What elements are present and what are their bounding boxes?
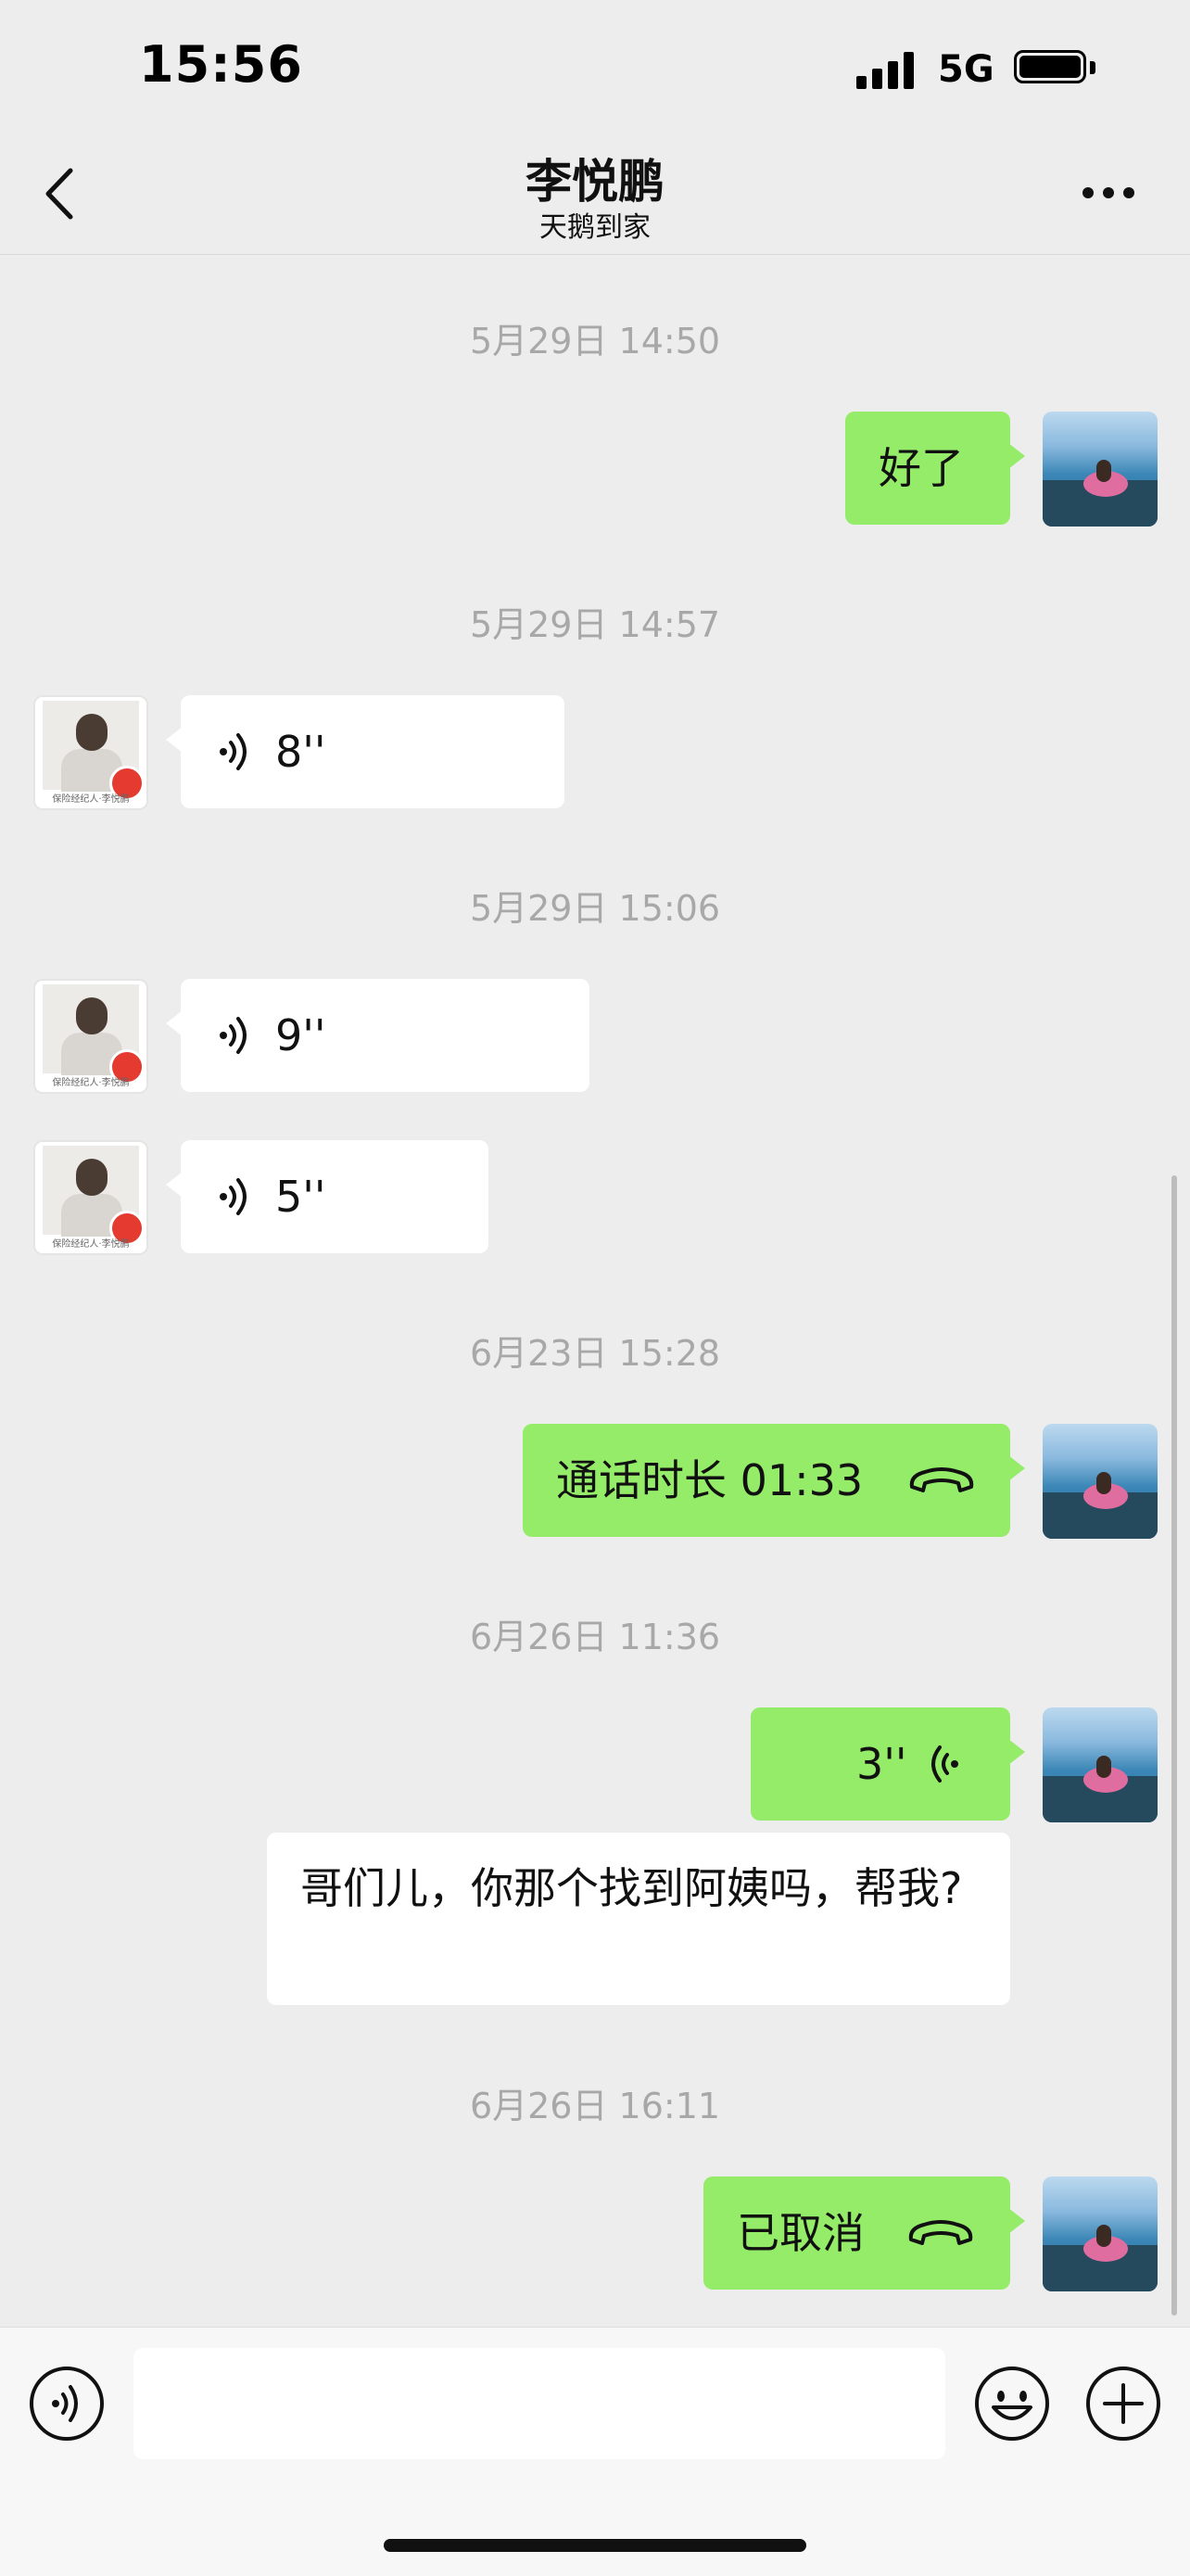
my-voice-message[interactable]: 3'' [751, 1707, 1025, 1821]
my-text-message[interactable]: 好了 [845, 412, 1025, 525]
voice-duration: 8'' [275, 727, 326, 777]
timestamp: 5月29日 14:50 [469, 321, 721, 362]
emoji-icon[interactable] [973, 2365, 1051, 2443]
chat-title: 李悦鹏 [525, 155, 665, 209]
avatar-caption: 保险经纪人·李悦鹏 [52, 1078, 130, 1088]
message-list[interactable]: 5月29日 14:50 好了 5月29日 14:57 保险经纪人·李悦鹏 8''… [0, 255, 1190, 2322]
message-text: 好了 [879, 443, 964, 493]
status-bar: 15:56 5G [0, 0, 1190, 139]
timestamp: 6月26日 11:36 [469, 1617, 721, 1657]
voice-duration: 5'' [275, 1172, 326, 1222]
avatar-caption: 保险经纪人·李悦鹏 [52, 794, 130, 805]
scrollbar[interactable] [1171, 1175, 1177, 2316]
voice-message[interactable]: 9'' [166, 979, 589, 1092]
voice-duration: 9'' [275, 1010, 326, 1060]
voice-message[interactable]: 8'' [166, 695, 564, 808]
network-label: 5G [938, 48, 994, 91]
contact-avatar[interactable]: 保险经纪人·李悦鹏 [33, 1140, 148, 1255]
voice-duration: 3'' [856, 1739, 907, 1789]
my-call-message[interactable]: 已取消 [703, 2176, 1025, 2290]
contact-avatar[interactable]: 保险经纪人·李悦鹏 [33, 695, 148, 810]
my-call-message[interactable]: 通话时长 01:33 [523, 1424, 1025, 1537]
signal-icon [856, 52, 916, 89]
my-avatar[interactable] [1043, 1707, 1158, 1822]
phone-icon [909, 1467, 974, 1492]
voice-icon [220, 1017, 247, 1054]
home-indicator[interactable] [384, 2539, 806, 2552]
my-avatar[interactable] [1043, 1424, 1158, 1539]
my-avatar[interactable] [1043, 2176, 1158, 2291]
text-message[interactable]: 哥们儿，你那个找到阿姨吗，帮我? [267, 1833, 1010, 2005]
timestamp: 5月29日 14:57 [469, 604, 721, 645]
phone-icon [908, 2220, 973, 2245]
more-icon[interactable] [1082, 187, 1138, 202]
call-text: 通话时长 01:33 [556, 1455, 864, 1505]
voice-icon [220, 1178, 247, 1215]
status-time: 15:56 [139, 35, 303, 94]
timestamp: 6月26日 16:11 [469, 2086, 721, 2126]
avatar-caption: 保险经纪人·李悦鹏 [52, 1239, 130, 1250]
voice-icon [931, 1745, 958, 1783]
call-text: 已取消 [737, 2208, 865, 2258]
voice-input-icon[interactable] [28, 2365, 106, 2443]
timestamp: 5月29日 15:06 [469, 888, 721, 929]
add-icon[interactable] [1084, 2365, 1162, 2443]
my-avatar[interactable] [1043, 412, 1158, 527]
chat-subtitle: 天鹅到家 [539, 211, 651, 244]
voice-message[interactable]: 5'' [166, 1140, 488, 1253]
timestamp: 6月23日 15:28 [469, 1333, 721, 1374]
chat-header: 李悦鹏 天鹅到家 [0, 139, 1190, 255]
message-input[interactable] [133, 2348, 945, 2459]
battery-icon [1014, 50, 1097, 89]
contact-avatar[interactable]: 保险经纪人·李悦鹏 [33, 979, 148, 1094]
voice-icon [220, 733, 247, 770]
